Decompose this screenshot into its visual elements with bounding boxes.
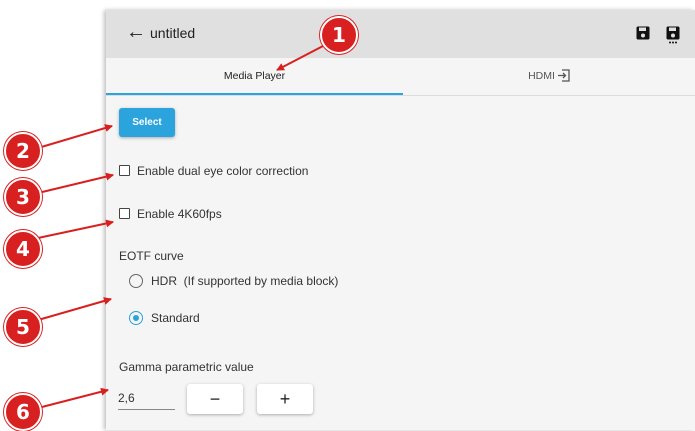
app-window: ← untitled Media Player HDMI Select Enab…: [106, 10, 695, 430]
arrow-2: [37, 124, 113, 149]
checkbox-label: Enable dual eye color correction: [137, 164, 309, 178]
radio-standard[interactable]: Standard: [129, 310, 200, 326]
callout-1: 1: [320, 16, 358, 54]
arrow-left-icon[interactable]: ←: [126, 21, 146, 43]
4k60fps-checkbox[interactable]: Enable 4K60fps: [119, 207, 222, 221]
input-icon: [557, 69, 570, 82]
document-title: untitled: [150, 25, 196, 41]
radio-button-selected[interactable]: [129, 310, 143, 325]
radio-button[interactable]: [129, 273, 143, 288]
radio-hdr[interactable]: HDR (If supported by media block): [129, 273, 339, 289]
tab-media-player-label: Media Player: [223, 70, 286, 82]
callout-6: 6: [4, 393, 42, 431]
dual-eye-color-correction-checkbox[interactable]: Enable dual eye color correction: [119, 164, 308, 178]
increment-button[interactable]: +: [257, 384, 313, 414]
checkbox-label: Enable 4K60fps: [137, 207, 222, 221]
callout-3: 3: [4, 178, 42, 216]
gamma-value-input[interactable]: [118, 387, 175, 410]
callout-4: 4: [4, 230, 42, 268]
checkbox-box[interactable]: [119, 165, 130, 177]
eotf-curve-label: EOTF curve: [119, 249, 184, 263]
checkbox-box[interactable]: [119, 208, 130, 220]
callout-2: 2: [4, 132, 42, 170]
arrow-5: [37, 297, 112, 321]
arrow-3: [37, 172, 114, 194]
arrow-6: [37, 387, 109, 409]
decrement-button[interactable]: −: [187, 384, 243, 414]
radio-label: HDR (If supported by media block): [151, 274, 339, 288]
gamma-label: Gamma parametric value: [119, 360, 254, 374]
arrow-4: [37, 219, 114, 239]
callout-5: 5: [4, 308, 42, 346]
tab-hdmi[interactable]: HDMI: [403, 58, 695, 95]
select-button[interactable]: Select: [119, 108, 175, 137]
save-as-icon[interactable]: [666, 26, 680, 44]
active-tab-indicator: [106, 93, 403, 95]
app-bar: ← untitled: [106, 10, 695, 58]
tab-hdmi-label: HDMI: [528, 70, 555, 82]
save-icon[interactable]: [636, 26, 650, 40]
tab-media-player[interactable]: Media Player: [106, 58, 403, 95]
tab-bar: Media Player HDMI: [106, 58, 695, 96]
radio-label: Standard: [151, 311, 200, 325]
